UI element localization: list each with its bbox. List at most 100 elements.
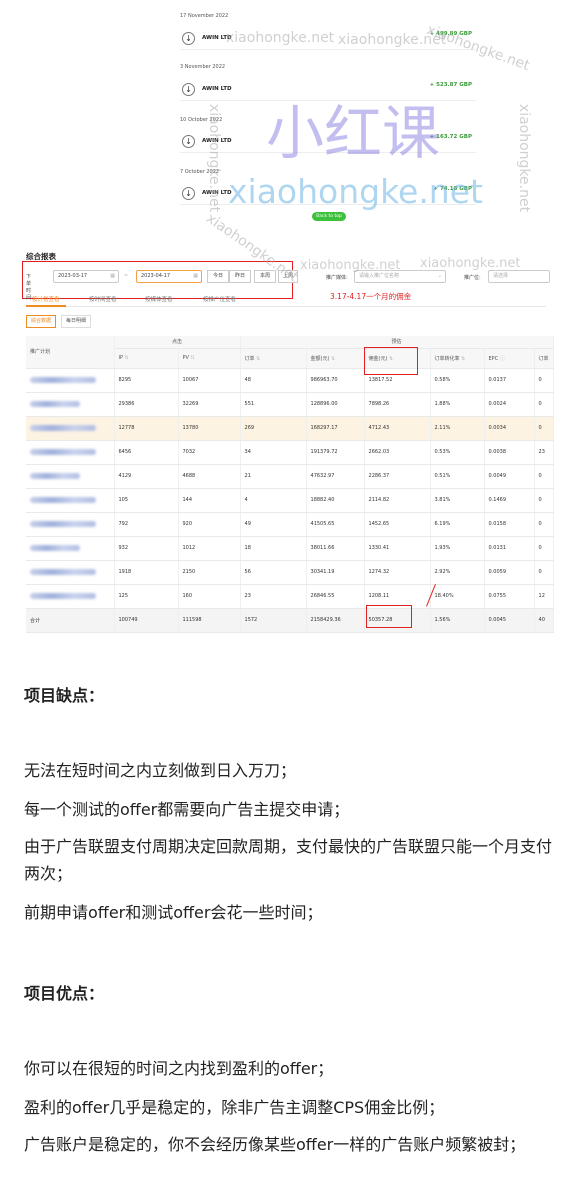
cell-ip: 4129 [114, 464, 179, 489]
plan-name-cell[interactable] [26, 368, 115, 393]
cell-extra: 12 [534, 584, 554, 609]
column-header-pv[interactable]: PV ⇅ [178, 348, 241, 369]
cell-pv: 10067 [178, 368, 241, 393]
table-row[interactable]: 29386 32269 551 128896.00 7898.26 1.88% 0.0024… [26, 392, 554, 417]
payout-row[interactable]: ↓ AWIN LTD + 499.89 GBP [180, 28, 476, 50]
cell-amount: 191379.72 [306, 440, 365, 465]
column-header-conversion[interactable]: 订单转化率 ⇅ [430, 348, 485, 369]
column-header-orders-extra[interactable]: 订单 [534, 348, 554, 369]
position-select[interactable]: 请选择 [488, 270, 550, 283]
plan-name-cell[interactable] [26, 464, 115, 489]
payout-row[interactable]: ↓ AWIN LTD + 74.18 GBP [180, 183, 476, 205]
position-select-placeholder: 请选择 [493, 273, 509, 279]
media-select[interactable]: 请输入推广位名称 ⌄ [354, 270, 446, 283]
cell-pv: 7032 [178, 440, 241, 465]
table-row[interactable]: 1918 2150 56 30341.19 1274.32 2.92% 0.0059 0 [26, 560, 554, 585]
sort-icon: ⇅ [461, 355, 466, 362]
quick-range-this-week[interactable]: 本周 [254, 270, 276, 283]
payout-row[interactable]: ↓ AWIN LTD + 163.72 GBP [180, 131, 476, 153]
table-row[interactable]: 932 1012 18 38011.66 1330.41 1.93% 0.0131 0 [26, 536, 554, 561]
cell-extra: 0 [534, 560, 554, 585]
cell-amount: 30341.19 [306, 560, 365, 585]
pros-item: 盈利的offer几乎是稳定的，除非广告主调整CPS佣金比例； [24, 1098, 445, 1117]
table-row[interactable]: 125 160 23 26846.55 1208.11 18.40% 0.0755 12 [26, 584, 554, 609]
cell-extra: 0 [534, 488, 554, 513]
redacted-plan-name [30, 472, 80, 479]
quick-range-today[interactable]: 今日 [207, 270, 229, 283]
cell-amount: 26846.55 [306, 584, 365, 609]
table-row[interactable]: 8295 10067 48 986963.70 13817.52 0.58% 0.0137 0 [26, 368, 554, 393]
tab-by-position[interactable]: 按推广位查看 [203, 295, 236, 303]
cell-epc: 0.0049 [484, 464, 535, 489]
cell-rate: 0.51% [430, 464, 485, 489]
cell-orders: 48 [240, 368, 307, 393]
table-total-row: 合计 100749 111598 1572 2158429.36 50357.28 1.56… [26, 608, 554, 633]
group-header-click: 点击 [114, 336, 241, 349]
commission-total-highlight [366, 605, 412, 628]
cell-orders: 18 [240, 536, 307, 561]
table-row[interactable]: 105 144 4 18882.40 2114.82 3.81% 0.1469 0 [26, 488, 554, 513]
date-separator: ~ [124, 273, 129, 279]
cell-ip: 1918 [114, 560, 179, 585]
column-header-epc[interactable]: EPC ⓘ [484, 348, 535, 369]
back-to-top-button[interactable]: Back to top [312, 212, 346, 221]
payout-history-panel: 17 November 2022 ↓ AWIN LTD + 499.89 GBP… [176, 0, 478, 232]
cell-pv: 32269 [178, 392, 241, 417]
cell-rate: 0.58% [430, 368, 485, 393]
small-watermark: xiaohongke.net [516, 103, 533, 213]
cell-rate: 1.88% [430, 392, 485, 417]
start-date-input[interactable]: 2023-03-17 ▦ [53, 270, 119, 283]
cell-ip: 12778 [114, 416, 179, 441]
plan-name-cell[interactable] [26, 488, 115, 513]
plan-name-cell[interactable] [26, 512, 115, 537]
table-row[interactable]: 792 920 49 41505.65 1452.65 6.19% 0.0158 0 [26, 512, 554, 537]
payout-source: AWIN LTD [202, 138, 232, 144]
arrow-down-icon: ↓ [182, 187, 195, 200]
pros-item: 你可以在很短的时间之内找到盈利的offer； [24, 1059, 334, 1078]
subtab-daily[interactable]: 每日明细 [61, 315, 92, 328]
table-row[interactable]: 12778 13780 269 168297.17 4712.43 2.11% 0.0034… [26, 416, 554, 441]
table-row[interactable]: 4129 4688 21 47632.97 2286.37 0.51% 0.0049 0 [26, 464, 554, 489]
plan-name-cell[interactable] [26, 416, 115, 441]
column-header-orders[interactable]: 订单 ⇅ [240, 348, 307, 369]
cons-item: 无法在短时间之内立刻做到日入万刀； [24, 761, 297, 780]
tab-by-time[interactable]: 按时间查看 [89, 295, 117, 303]
active-tab-indicator [26, 305, 66, 307]
payout-row[interactable]: ↓ AWIN LTD + 523.87 GBP [180, 79, 476, 101]
cell-epc: 0.0131 [484, 536, 535, 561]
cell-commission: 2114.82 [364, 488, 431, 513]
cell-ip: 8295 [114, 368, 179, 393]
plan-name-cell[interactable] [26, 536, 115, 561]
cell-amount: 128896.00 [306, 392, 365, 417]
plan-name-cell[interactable] [26, 584, 115, 609]
column-header-amount[interactable]: 金额(元) ⇅ [306, 348, 365, 369]
redacted-plan-name [30, 592, 96, 599]
table-row[interactable]: 6456 7032 34 191379.72 2662.03 0.53% 0.0038 23 [26, 440, 554, 465]
column-header-ip[interactable]: IP ⇅ [114, 348, 179, 369]
tab-by-media[interactable]: 按媒体查看 [145, 295, 173, 303]
plan-name-cell[interactable] [26, 560, 115, 585]
cell-rate: 18.40% [430, 584, 485, 609]
cell-extra: 23 [534, 440, 554, 465]
quick-range-yesterday[interactable]: 昨日 [229, 270, 251, 283]
redacted-plan-name [30, 448, 96, 455]
redacted-plan-name [30, 400, 80, 407]
cell-pv: 1012 [178, 536, 241, 561]
end-date-input[interactable]: 2023-04-17 ▦ [136, 270, 202, 283]
total-cell-epc: 0.0045 [484, 608, 535, 633]
total-cell-pv: 111598 [178, 608, 241, 633]
cell-ip: 6456 [114, 440, 179, 465]
arrow-down-icon: ↓ [182, 83, 195, 96]
calendar-icon: ▦ [110, 273, 115, 279]
tab-by-plan[interactable]: 按计划查看 [32, 295, 60, 303]
plan-name-cell[interactable] [26, 392, 115, 417]
cell-commission: 7898.26 [364, 392, 431, 417]
quick-range-last-week[interactable]: 上周 [278, 270, 298, 283]
cell-orders: 49 [240, 512, 307, 537]
cell-ip: 105 [114, 488, 179, 513]
column-header-epc-label: EPC [488, 355, 499, 362]
redacted-plan-name [30, 424, 96, 431]
start-date-value: 2023-03-17 [58, 273, 88, 279]
plan-name-cell[interactable] [26, 440, 115, 465]
subtab-summary[interactable]: 综合数据 [26, 315, 57, 328]
